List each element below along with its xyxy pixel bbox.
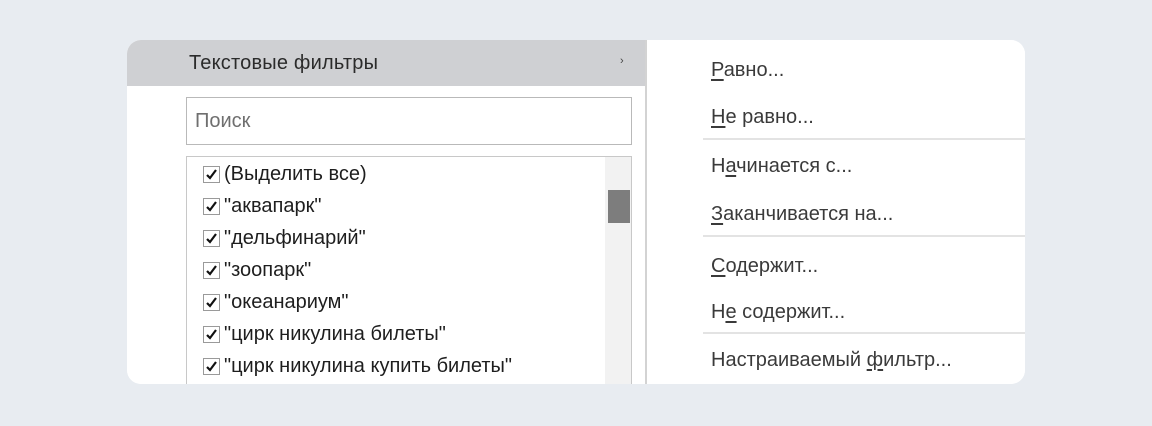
- chevron-right-icon: ›: [620, 55, 624, 67]
- text-filters-submenu: Равно... Не равно... Начинается с... Зак…: [645, 40, 1025, 384]
- menu-item-label-part: Настраиваемый: [711, 349, 867, 371]
- list-item-label: "океанариум": [224, 290, 349, 313]
- scroll-thumb[interactable]: [608, 190, 630, 223]
- menu-item-label-part: аканчивается на...: [723, 203, 894, 225]
- menu-item-label-part: авно...: [723, 59, 785, 81]
- search-input[interactable]: [186, 97, 632, 145]
- menu-item-label-part: Н: [711, 301, 726, 323]
- scrollbar[interactable]: [605, 157, 631, 384]
- menu-item-label-part: е равно...: [725, 106, 814, 128]
- checkbox[interactable]: [203, 293, 220, 311]
- menu-item-begins-with[interactable]: Начинается с...: [711, 155, 852, 178]
- filter-dropdown: Текстовые фильтры › (Выделить все) "аква…: [127, 40, 1025, 384]
- check-icon: [206, 328, 217, 340]
- list-item[interactable]: "цирк никулина купить билеты": [203, 351, 603, 381]
- menu-separator: [703, 138, 1025, 140]
- list-item-label: "дельфинарий": [224, 226, 366, 249]
- checkbox[interactable]: [203, 357, 220, 375]
- menu-item-label-part: Н: [711, 106, 726, 128]
- menu-item-equals[interactable]: Равно...: [711, 59, 784, 82]
- menu-item-label-part: е: [725, 301, 737, 323]
- text-filters-menu-item[interactable]: Текстовые фильтры ›: [127, 40, 645, 86]
- menu-item-label-part: З: [711, 203, 724, 225]
- menu-item-label-part: чинается с...: [736, 155, 853, 177]
- text-filters-label: Текстовые фильтры: [189, 52, 379, 74]
- list-item-select-all[interactable]: (Выделить все): [203, 159, 603, 189]
- list-item-label: (Выделить все): [224, 162, 367, 185]
- menu-separator: [703, 235, 1025, 237]
- checkbox[interactable]: [203, 325, 220, 343]
- checkbox[interactable]: [203, 165, 220, 183]
- list-item[interactable]: "зоопарк": [203, 255, 603, 285]
- check-icon: [206, 264, 217, 276]
- check-icon: [206, 232, 217, 244]
- list-item-label: "аквапарк": [224, 194, 322, 217]
- menu-item-label-part: одержит...: [725, 255, 819, 277]
- checkbox[interactable]: [203, 197, 220, 215]
- menu-separator: [703, 332, 1025, 334]
- filter-panel: Текстовые фильтры › (Выделить все) "аква…: [127, 40, 645, 384]
- menu-item-label-part: содержит...: [736, 301, 846, 323]
- checkbox[interactable]: [203, 261, 220, 279]
- check-icon: [206, 360, 217, 372]
- menu-item-label-part: С: [711, 255, 726, 277]
- menu-item-label-part: ильтр...: [883, 349, 952, 371]
- list-item[interactable]: "океанариум": [203, 287, 603, 317]
- menu-item-contains[interactable]: Содержит...: [711, 255, 818, 278]
- list-item-label: "зоопарк": [224, 258, 312, 281]
- checkbox[interactable]: [203, 229, 220, 247]
- list-item[interactable]: "цирк никулина билеты": [203, 319, 603, 349]
- menu-item-label-part: Н: [711, 155, 726, 177]
- list-item-label: "цирк никулина купить билеты": [224, 354, 512, 377]
- value-list: (Выделить все) "аквапарк" "дельфинарий" …: [186, 156, 632, 384]
- menu-item-not-equals[interactable]: Не равно...: [711, 106, 814, 129]
- menu-item-ends-with[interactable]: Заканчивается на...: [711, 203, 893, 226]
- menu-item-custom-filter[interactable]: Настраиваемый фильтр...: [711, 349, 952, 372]
- menu-item-label-part: а: [725, 155, 737, 177]
- menu-item-label-part: Р: [711, 59, 724, 81]
- check-icon: [206, 200, 217, 212]
- check-icon: [206, 168, 217, 180]
- list-item[interactable]: "аквапарк": [203, 191, 603, 221]
- menu-item-label-part: ф: [866, 349, 884, 371]
- check-icon: [206, 296, 217, 308]
- list-item[interactable]: "дельфинарий": [203, 223, 603, 253]
- menu-item-not-contains[interactable]: Не содержит...: [711, 301, 845, 324]
- list-item-label: "цирк никулина билеты": [224, 322, 446, 345]
